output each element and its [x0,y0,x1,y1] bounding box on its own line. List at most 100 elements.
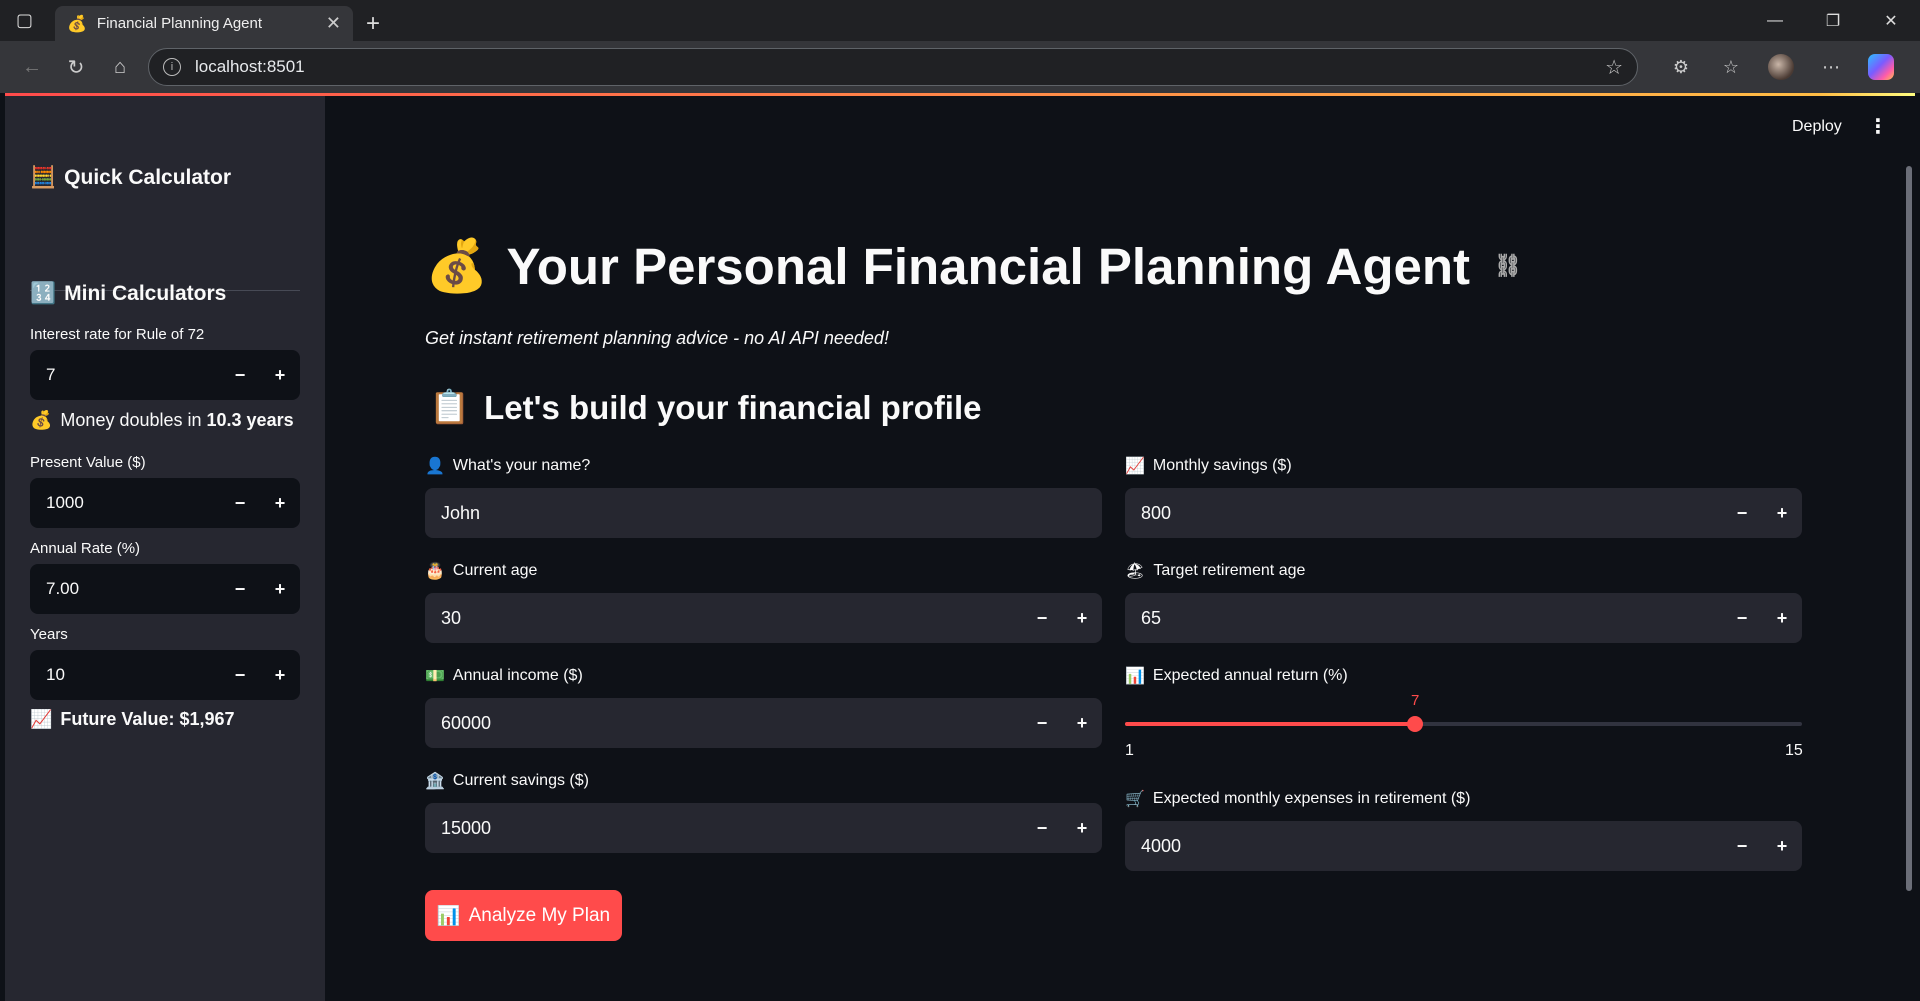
abacus-icon: 🧮 [30,166,57,189]
section-heading: 📋 Let's build your financial profile [429,388,982,426]
numbers-icon: 🔢 [30,282,57,305]
decrement-icon[interactable]: − [1722,821,1762,871]
main-content: Deploy ⋮ 💰 Your Personal Financial Plann… [325,96,1915,1001]
page-subtitle: Get instant retirement planning advice -… [425,328,889,348]
name-input[interactable]: John [425,488,1102,538]
annual-rate-label: Annual Rate (%) [30,540,141,557]
sidebar: 🧮 Quick Calculator 🔢 Mini Calculators In… [5,96,325,1001]
back-icon[interactable]: ← [10,49,54,85]
increment-icon[interactable]: + [260,478,300,528]
decrement-icon[interactable]: − [1022,698,1062,748]
decrement-icon[interactable]: − [220,564,260,614]
cake-icon: 🎂 [425,563,445,580]
address-bar[interactable]: i localhost:8501 ☆ [148,48,1638,86]
increment-icon[interactable]: + [260,564,300,614]
annual-return-slider[interactable]: 7 [1125,692,1802,732]
cart-icon: 🛒 [1125,791,1145,808]
chart-up-icon: 📈 [1125,458,1145,475]
tab-close-icon[interactable]: ✕ [326,13,341,34]
reload-icon[interactable]: ↻ [54,49,98,85]
main-menu-icon[interactable]: ⋮ [1868,114,1888,139]
age-label: 🎂 Current age [425,562,538,580]
bar-chart-icon: 📊 [436,905,461,927]
home-icon[interactable]: ⌂ [98,49,142,85]
bookmark-star-icon[interactable]: ☆ [1605,55,1623,80]
beach-icon: 🏖 [1125,563,1146,580]
annual-rate-input[interactable]: 7.00 − + [30,564,300,614]
tab-actions-icon[interactable]: ▢ [0,0,49,41]
scrollbar[interactable] [1906,166,1912,891]
monthly-savings-input[interactable]: 800 − + [1125,488,1802,538]
window-controls: — ❐ ✕ [1746,0,1920,41]
copilot-icon[interactable] [1868,54,1894,80]
clipboard-icon: 📋 [429,388,471,425]
decrement-icon[interactable]: − [1722,488,1762,538]
years-input[interactable]: 10 − + [30,650,300,700]
increment-icon[interactable]: + [260,350,300,400]
retirement-age-label: 🏖 Target retirement age [1125,562,1306,580]
increment-icon[interactable]: + [1062,698,1102,748]
savings-label: 🏦 Current savings ($) [425,772,589,790]
increment-icon[interactable]: + [260,650,300,700]
increment-icon[interactable]: + [1062,803,1102,853]
name-label: 👤 What's your name? [425,457,591,475]
money-bag-icon: 💰 [30,410,53,430]
doubles-result: 💰 Money doubles in 10.3 years [30,410,294,430]
decrement-icon[interactable]: − [1022,593,1062,643]
expenses-input[interactable]: 4000 − + [1125,821,1802,871]
more-menu-icon[interactable]: ⋯ [1806,49,1856,85]
site-info-icon[interactable]: i [163,58,181,76]
money-bag-icon: 💰 [425,237,489,294]
increment-icon[interactable]: + [1762,821,1802,871]
dollar-bill-icon: 💵 [425,668,445,685]
chart-up-icon: 📈 [30,709,53,729]
income-label: 💵 Annual income ($) [425,667,583,685]
analyze-plan-button[interactable]: 📊 Analyze My Plan [425,890,622,941]
extensions-icon[interactable]: ⚙ [1656,49,1706,85]
tab-favicon-icon: 💰 [67,15,87,33]
retirement-age-input[interactable]: 65 − + [1125,593,1802,643]
slider-thumb[interactable] [1407,716,1424,732]
bar-chart-icon: 📊 [1125,668,1145,685]
slider-fill [1125,722,1416,726]
savings-input[interactable]: 15000 − + [425,803,1102,853]
close-window-icon[interactable]: ✕ [1862,0,1920,41]
increment-icon[interactable]: + [1762,488,1802,538]
profile-avatar[interactable] [1768,54,1794,80]
rule72-label: Interest rate for Rule of 72 [30,326,205,343]
annual-return-label: 📊 Expected annual return (%) [1125,667,1348,685]
decrement-icon[interactable]: − [1022,803,1062,853]
decrement-icon[interactable]: − [1722,593,1762,643]
present-value-input[interactable]: 1000 − + [30,478,300,528]
bank-icon: 🏦 [425,773,445,790]
browser-toolbar: ← ↻ ⌂ i localhost:8501 ☆ ⚙ ☆ ⋯ [0,41,1920,93]
present-value-label: Present Value ($) [30,454,146,471]
person-icon: 👤 [425,458,445,475]
favorites-icon[interactable]: ☆ [1706,49,1756,85]
monthly-savings-label: 📈 Monthly savings ($) [1125,457,1292,475]
browser-tabbar: ▢ 💰 Financial Planning Agent ✕ + — ❐ ✕ [0,0,1920,41]
restore-icon[interactable]: ❐ [1804,0,1862,41]
minimize-icon[interactable]: — [1746,0,1804,41]
years-label: Years [30,626,68,643]
quick-calculator-heading: 🧮 Quick Calculator [30,166,232,189]
future-value-result: 📈 Future Value: $1,967 [30,709,235,729]
decrement-icon[interactable]: − [220,650,260,700]
tab-title: Financial Planning Agent [96,15,263,32]
rule72-input[interactable]: 7 − + [30,350,300,400]
decrement-icon[interactable]: − [220,478,260,528]
deploy-button[interactable]: Deploy [1792,118,1842,136]
increment-icon[interactable]: + [1062,593,1102,643]
mini-calculators-heading: 🔢 Mini Calculators [30,282,227,305]
income-input[interactable]: 60000 − + [425,698,1102,748]
new-tab-icon[interactable]: + [353,6,393,41]
url-text: localhost:8501 [195,57,305,76]
anchor-link-icon[interactable]: ⛓ [1494,253,1522,279]
slider-value: 7 [1410,692,1420,709]
age-input[interactable]: 30 − + [425,593,1102,643]
increment-icon[interactable]: + [1762,593,1802,643]
browser-tab[interactable]: 💰 Financial Planning Agent ✕ [55,6,353,41]
page-title: 💰 Your Personal Financial Planning Agent… [425,237,1522,295]
decrement-icon[interactable]: − [220,350,260,400]
slider-min-label: 1 [1125,742,1134,759]
